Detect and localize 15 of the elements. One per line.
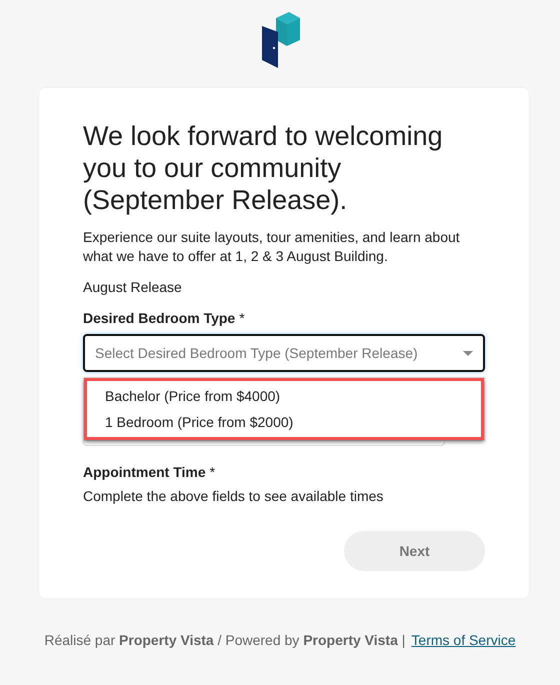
heading: We look forward to welcoming you to our community (September Release). [83,120,444,216]
field-label: Desired Bedroom Type [83,310,236,326]
intro-text: Experience our suite layouts, tour amenities, and learn about what we have to offer at 1, 2 & 3 August Building. [83,228,461,266]
dropdown-option[interactable]: 1 Bedroom (Price from $2000) [87,409,481,435]
required-mark: * [210,464,216,480]
required-mark: * [239,310,245,326]
terms-link[interactable]: Terms of Service [411,632,516,648]
dropdown-option[interactable]: Bachelor (Price from $4000) [87,383,481,409]
logo-icon [260,10,300,70]
bedroom-select[interactable]: Select Desired Bedroom Type (September Release) [83,334,485,372]
caret-icon [463,350,473,356]
credit-text: Réalisé par Property Vista / Powered by Property Vista | [44,632,406,648]
release-label: August Release [83,279,183,295]
field-label: Appointment Time [83,464,206,480]
hint-text: Complete the above fields to see available times [83,488,384,504]
